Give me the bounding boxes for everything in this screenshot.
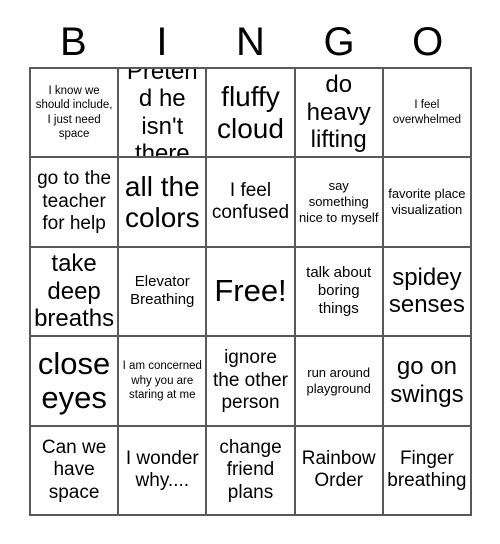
bingo-cell[interactable]: change friend plans bbox=[207, 426, 296, 516]
bingo-cell-label: go to the teacher for help bbox=[37, 168, 112, 235]
bingo-cell[interactable]: Can we have space bbox=[31, 426, 120, 516]
bingo-cell[interactable]: fluffy cloud bbox=[207, 69, 296, 159]
bingo-header-letters: B I N G O bbox=[29, 18, 472, 66]
bingo-cell-label: I know we should include, I just need sp… bbox=[35, 84, 113, 141]
bingo-cell[interactable]: talk about boring things bbox=[295, 247, 384, 338]
bingo-cell[interactable]: I wonder why.... bbox=[119, 426, 208, 516]
bingo-cell-label: fluffy cloud bbox=[217, 81, 284, 144]
bingo-cell[interactable]: I am concerned why you are staring at me bbox=[119, 337, 208, 427]
bingo-cell[interactable]: run around playground bbox=[295, 337, 384, 427]
bingo-cell[interactable]: take deep breaths bbox=[31, 247, 120, 338]
bingo-cell[interactable]: spidey senses bbox=[383, 247, 472, 338]
bingo-cell-label: I am concerned why you are staring at me bbox=[122, 360, 202, 402]
bingo-cell[interactable]: Rainbow Order bbox=[295, 426, 384, 516]
bingo-grid: I know we should include, I just need sp… bbox=[29, 67, 472, 516]
bingo-card: B I N G O I know we should include, I ju… bbox=[0, 0, 500, 544]
bingo-cell[interactable]: say something nice to myself bbox=[295, 158, 384, 248]
bingo-cell-label: go on swings bbox=[390, 353, 464, 408]
bingo-cell[interactable]: favorite place visualization bbox=[383, 158, 472, 248]
bingo-cell-label: Free! bbox=[214, 273, 287, 309]
bingo-cell-label: I feel confused bbox=[211, 179, 290, 224]
bingo-header-letter-i: I bbox=[156, 20, 168, 64]
bingo-header-letter-g: G bbox=[323, 20, 355, 64]
bingo-cell[interactable]: I feel overwhelmed bbox=[383, 69, 472, 159]
bingo-cell[interactable]: go on swings bbox=[383, 337, 472, 427]
bingo-cell[interactable]: I know we should include, I just need sp… bbox=[31, 69, 120, 159]
bingo-cell-label: say something nice to myself bbox=[298, 178, 379, 226]
bingo-cell-label: I wonder why.... bbox=[125, 447, 199, 492]
bingo-header-letter-n: N bbox=[236, 20, 265, 64]
bingo-cell[interactable]: Elevator Breathing bbox=[119, 247, 208, 338]
bingo-cell-label: talk about boring things bbox=[306, 264, 372, 318]
bingo-cell-label: favorite place visualization bbox=[388, 186, 466, 218]
bingo-header-letter-b: B bbox=[59, 20, 87, 64]
bingo-cell-label: all the colors bbox=[124, 170, 200, 234]
bingo-cell-label: change friend plans bbox=[219, 436, 282, 503]
bingo-cell[interactable]: I feel confused bbox=[207, 158, 296, 248]
bingo-cell-label: close eyes bbox=[37, 345, 111, 415]
bingo-cell-label: ignore the other person bbox=[212, 347, 288, 414]
bingo-cell[interactable]: close eyes bbox=[31, 337, 120, 427]
bingo-cell-label: Can we have space bbox=[41, 436, 107, 503]
bingo-header-letter-o: O bbox=[412, 20, 444, 64]
bingo-cell[interactable]: Pretend he isn't there bbox=[119, 69, 208, 159]
bingo-cell-label: spidey senses bbox=[388, 263, 465, 319]
bingo-cell[interactable]: all the colors bbox=[119, 158, 208, 248]
bingo-cell-label: Elevator Breathing bbox=[130, 273, 195, 309]
bingo-cell[interactable]: go to the teacher for help bbox=[31, 158, 120, 248]
bingo-cell[interactable]: ignore the other person bbox=[207, 337, 296, 427]
bingo-cell-label: Finger breathing bbox=[387, 447, 467, 492]
bingo-cell-label: Pretend he isn't there bbox=[126, 69, 198, 159]
bingo-cell-label: take deep breaths bbox=[34, 250, 115, 333]
bingo-cell-label: run around playground bbox=[306, 365, 371, 396]
bingo-cell-label: Rainbow Order bbox=[301, 447, 376, 492]
bingo-cell-label: I feel overwhelmed bbox=[392, 99, 462, 126]
bingo-cell[interactable]: Finger breathing bbox=[383, 426, 472, 516]
bingo-cell-label: do heavy lifting bbox=[306, 71, 371, 154]
bingo-cell[interactable]: do heavy lifting bbox=[295, 69, 384, 159]
bingo-cell-free[interactable]: Free! bbox=[207, 247, 296, 338]
